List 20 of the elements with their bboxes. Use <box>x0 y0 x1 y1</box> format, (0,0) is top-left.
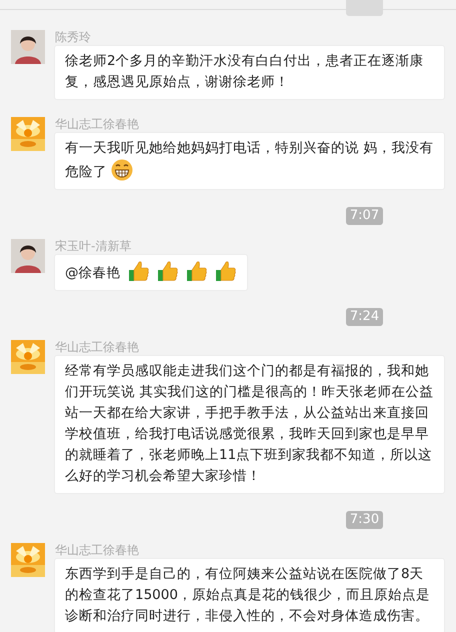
avatar[interactable] <box>11 30 45 64</box>
thumbs-up-icon <box>156 260 178 282</box>
grinning-face-icon <box>111 159 133 181</box>
thumbs-up-icon <box>186 260 208 282</box>
message-bubble: 徐老师2个多月的辛勤汗水没有白白付出，患者正在逐渐康复，感恩遇见原始点，谢谢徐老师！ <box>54 45 445 100</box>
sender-name: 宋玉叶-清新草 <box>55 239 132 253</box>
thumbs-up-icon <box>128 260 150 282</box>
timestamp: 7:07 <box>346 207 383 225</box>
message-bubble: 有一天我听见她给她妈妈打电话，特别兴奋的说 妈，我没有危险了 <box>54 132 445 190</box>
message-bubble: 经常有学员感叹能走进我们这个门的都是有福报的，我和她们开玩笑说 其实我们这的门槛是很高的！昨天张老师在公益站一天都在给大家讲，手把手教手法，从公益站出来直接回学校值班，给我打电话说感觉很累，我昨天回到家也是早早的就睡着了，张老师晚上11点下班到家我都不知道，所以这么好的学习机会希望大家珍惜！ <box>54 355 445 494</box>
sender-name: 华山志工徐春艳 <box>55 340 139 354</box>
sender-name: 华山志工徐春艳 <box>55 543 139 557</box>
sender-name: 华山志工徐春艳 <box>55 117 139 131</box>
thumbs-up-icon <box>214 260 236 282</box>
timestamp: 7:24 <box>346 308 383 326</box>
sender-name: 陈秀玲 <box>55 30 91 44</box>
avatar[interactable] <box>11 239 45 273</box>
message-bubble: 东西学到手是自己的，有位阿姨来公益站说在医院做了8天的检查花了15000，原始点真是花的钱很少，而且原始点是诊断和治疗同时进行，非侵入性的，不会对身体造成伤害。 <box>54 558 445 632</box>
message-bubble: @徐春艳 <box>54 254 248 291</box>
timestamp: 7:30 <box>346 511 383 529</box>
